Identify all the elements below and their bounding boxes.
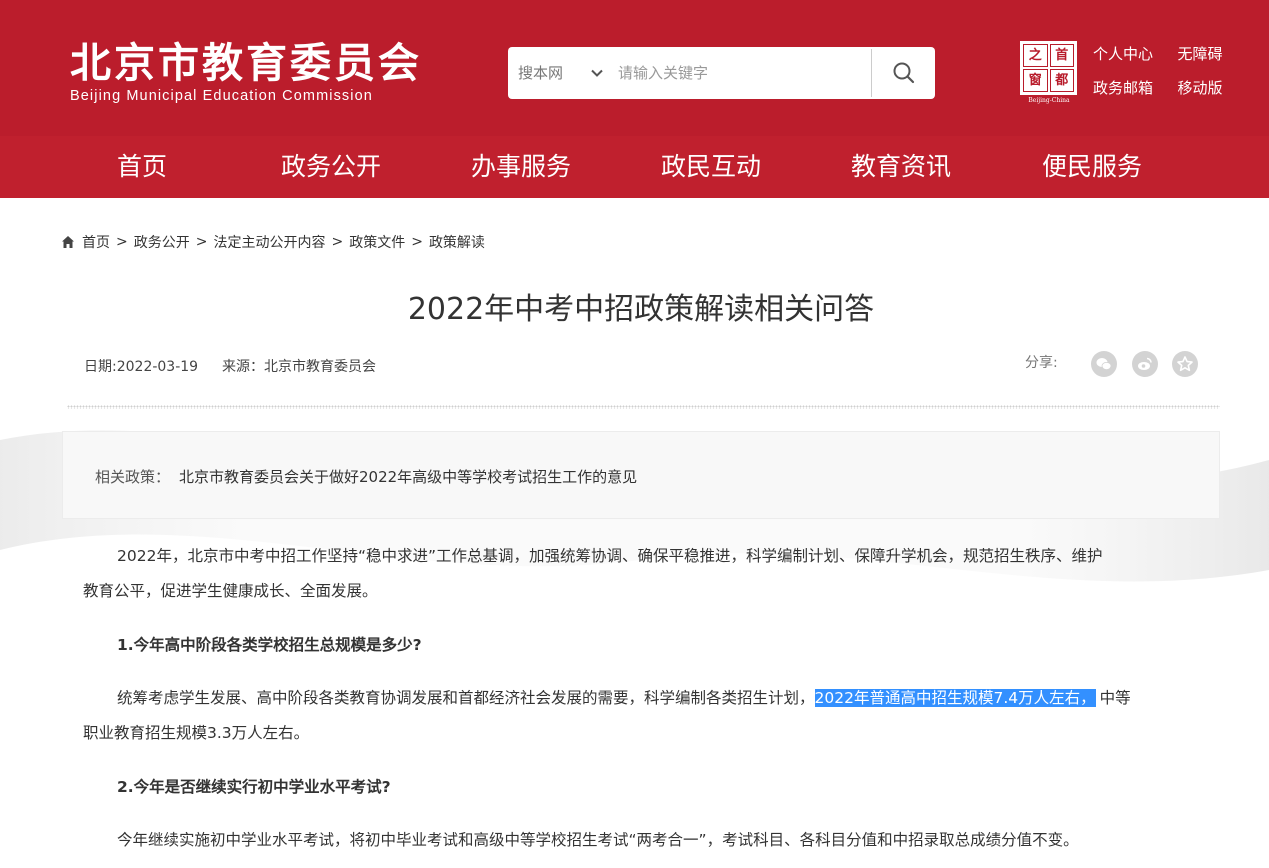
nav-item-home[interactable]: 首页: [117, 136, 167, 198]
article-date: 日期:2022-03-19: [84, 359, 199, 375]
search-box: 搜本网: [508, 47, 935, 99]
breadcrumb-policy-interpretation[interactable]: 政策解读: [429, 232, 485, 252]
nav-item-interaction[interactable]: 政民互动: [661, 136, 761, 198]
search-input[interactable]: [618, 57, 868, 89]
emblem-char: 之: [1023, 44, 1048, 67]
site-logo[interactable]: 北京市教育委员会 Beijing Municipal Education Com…: [70, 40, 422, 105]
answer-1-line-2: 职业教育招生规模3.3万人左右。: [83, 724, 310, 742]
nav-item-gov-affairs[interactable]: 政务公开: [281, 136, 381, 198]
search-scope-select[interactable]: 搜本网: [518, 47, 563, 99]
weibo-icon: [1138, 357, 1152, 370]
nav-item-services[interactable]: 办事服务: [471, 136, 571, 198]
wechat-share-button[interactable]: [1091, 351, 1117, 377]
title-divider: [67, 405, 1220, 409]
question-1-heading: 1.今年高中阶段各类学校招生总规模是多少?: [117, 636, 422, 654]
breadcrumb-gov-affairs[interactable]: 政务公开: [134, 232, 190, 252]
weibo-share-button[interactable]: [1132, 351, 1158, 377]
article-source: 来源：北京市教育委员会: [222, 359, 376, 375]
emblem-seal: 之 首 窗 都: [1020, 41, 1077, 95]
answer-1-highlighted-text[interactable]: 2022年普通高中招生规模7.4万人左右，: [814, 689, 1096, 707]
home-icon: [62, 236, 74, 248]
answer-1-text: 统筹考虑学生发展、高中阶段各类教育协调发展和首都经济社会发展的需要，科学编制各类…: [117, 689, 815, 707]
site-header: 北京市教育委员会 Beijing Municipal Education Com…: [0, 0, 1269, 198]
related-policy-label: 相关政策：: [95, 468, 171, 486]
nav-item-public-services[interactable]: 便民服务: [1042, 136, 1142, 198]
related-policy-link[interactable]: 北京市教育委员会关于做好2022年高级中等学校考试招生工作的意见: [179, 467, 637, 487]
personal-center-link[interactable]: 个人中心: [1093, 42, 1164, 66]
breadcrumb-separator: >: [411, 234, 423, 250]
answer-1-text-end: 中等: [1099, 689, 1131, 707]
gov-mailbox-link[interactable]: 政务邮箱: [1093, 76, 1164, 100]
accessibility-link[interactable]: 无障碍: [1178, 42, 1234, 66]
mobile-version-link[interactable]: 移动版: [1178, 76, 1234, 100]
answer-1-paragraph: 统筹考虑学生发展、高中阶段各类教育协调发展和首都经济社会发展的需要，科学编制各类…: [83, 681, 1201, 751]
nav-item-edu-news[interactable]: 教育资讯: [851, 136, 951, 198]
breadcrumb-mandatory-disclosure[interactable]: 法定主动公开内容: [213, 232, 325, 252]
site-name-en: Beijing Municipal Education Commission: [70, 88, 373, 104]
intro-line-2: 教育公平，促进学生健康成长、全面发展。: [83, 582, 378, 600]
intro-line-1: 2022年，北京市中考中招工作坚持“稳中求进”工作总基调，加强统筹协调、确保平稳…: [117, 547, 1103, 565]
breadcrumb-home[interactable]: 首页: [82, 232, 110, 252]
emblem-char: 首: [1049, 44, 1074, 67]
breadcrumb-separator: >: [331, 234, 344, 250]
site-name-cn: 北京市教育委员会: [70, 39, 422, 87]
answer-1-line-1: 统筹考虑学生发展、高中阶段各类教育协调发展和首都经济社会发展的需要，科学编制各类…: [83, 681, 1201, 716]
emblem-caption: Beijing-China: [1028, 97, 1070, 104]
top-links: 个人中心 无障碍 政务邮箱 移动版: [1093, 42, 1233, 100]
emblem-char: 都: [1049, 69, 1074, 92]
emblem-char: 窗: [1023, 69, 1048, 92]
answer-2-paragraph: 今年继续实施初中学业水平考试，将初中毕业考试和高级中等学校招生考试“两考合一”，…: [83, 823, 1201, 858]
breadcrumb-separator: >: [116, 234, 128, 250]
question-2-heading: 2.今年是否继续实行初中学业水平考试?: [117, 778, 391, 796]
breadcrumb-separator: >: [195, 234, 208, 250]
search-button[interactable]: [872, 47, 935, 99]
intro-paragraph: 2022年，北京市中考中招工作坚持“稳中求进”工作总基调，加强统筹协调、确保平稳…: [83, 539, 1201, 609]
main-nav: 首页 政务公开 办事服务 政民互动 教育资讯 便民服务: [0, 136, 1269, 198]
favorite-share-button[interactable]: [1172, 351, 1198, 377]
capital-window-emblem[interactable]: 之 首 窗 都 Beijing-China: [1019, 41, 1079, 105]
breadcrumb-policy-documents[interactable]: 政策文件: [349, 232, 405, 252]
article-title: 2022年中考中招政策解读相关问答: [407, 292, 875, 327]
related-policy-box: 相关政策： 北京市教育委员会关于做好2022年高级中等学校考试招生工作的意见: [62, 431, 1220, 519]
wechat-icon: [1096, 358, 1112, 370]
search-icon: [893, 62, 914, 84]
chevron-down-icon[interactable]: [588, 64, 606, 82]
answer-2-line-1: 今年继续实施初中学业水平考试，将初中毕业考试和高级中等学校招生考试“两考合一”，…: [117, 831, 1079, 849]
favorite-icon: [1177, 356, 1193, 372]
breadcrumb: 首页 > 政务公开 > 法定主动公开内容 > 政策文件 > 政策解读: [61, 232, 485, 252]
share-label: 分享:: [1025, 355, 1058, 371]
